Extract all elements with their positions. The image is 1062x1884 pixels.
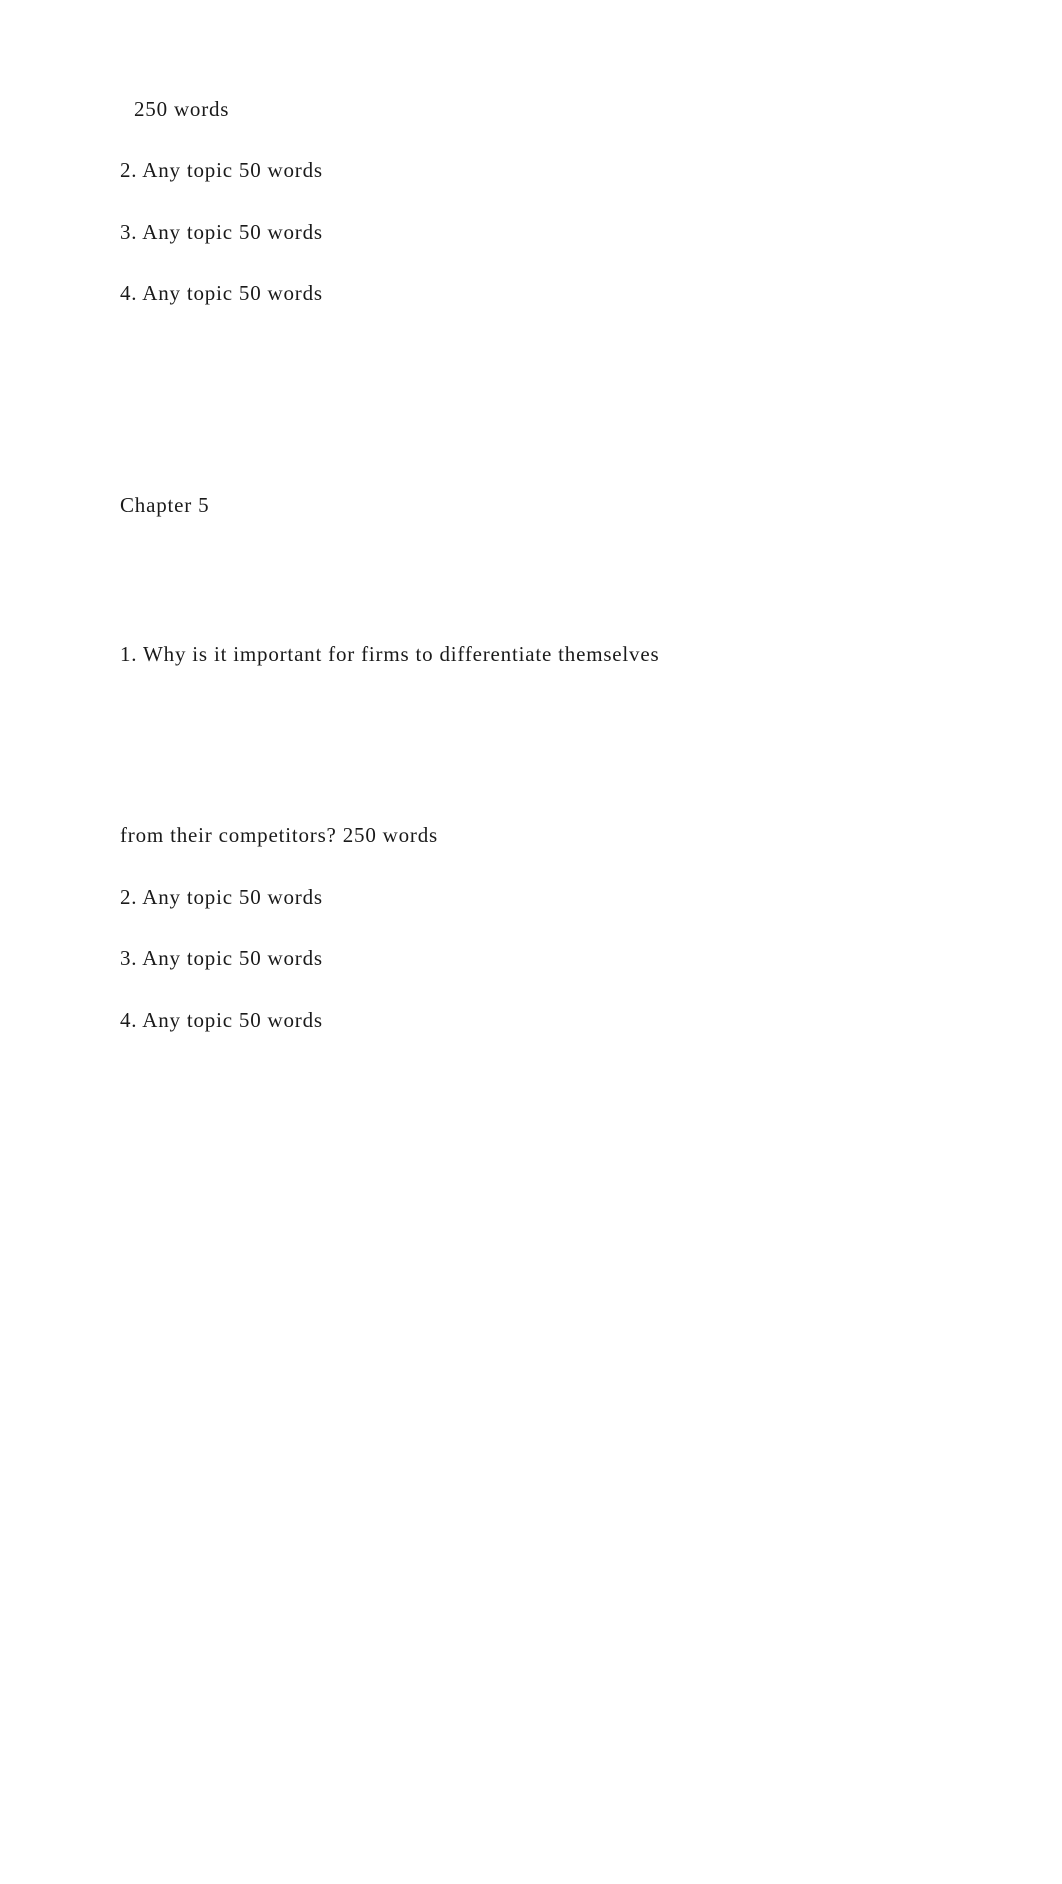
spacer <box>120 701 942 821</box>
list-item: 4. Any topic 50 words <box>120 1006 942 1035</box>
list-item: 4. Any topic 50 words <box>120 279 942 308</box>
list-item: 2. Any topic 50 words <box>120 883 942 912</box>
spacer <box>120 552 942 640</box>
list-item: 3. Any topic 50 words <box>120 944 942 973</box>
question-text-continued: from their competitors? 250 words <box>120 821 942 850</box>
question-text: 1. Why is it important for firms to diff… <box>120 640 942 669</box>
list-item: 2. Any topic 50 words <box>120 156 942 185</box>
list-item: 3. Any topic 50 words <box>120 218 942 247</box>
trailing-text: 250 words <box>120 95 942 124</box>
chapter-title: Chapter 5 <box>120 491 942 520</box>
spacer <box>120 341 942 491</box>
